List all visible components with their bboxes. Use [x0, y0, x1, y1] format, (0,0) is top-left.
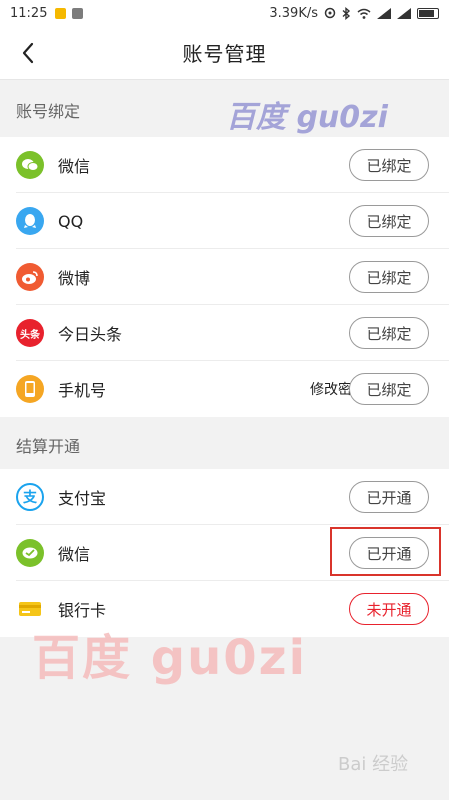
network-speed: 3.39K/s	[269, 5, 318, 21]
qq-icon	[16, 207, 44, 235]
app-notification-icon	[72, 7, 84, 19]
status-bar: 11:25 3.39K/s	[0, 0, 449, 26]
wechat-icon	[16, 151, 44, 179]
bound-button[interactable]: 已绑定	[349, 317, 429, 349]
activated-button[interactable]: 已开通	[349, 481, 429, 513]
back-button[interactable]	[14, 39, 42, 67]
chevron-left-icon	[22, 42, 34, 64]
list-item-phone: 手机号 修改密码 已绑定	[0, 361, 449, 417]
battery-icon	[417, 7, 439, 19]
list-item-label: 支付宝	[58, 489, 107, 508]
watermark-corner: Bai 经验	[338, 754, 409, 775]
notification-icon	[55, 7, 67, 19]
list-item-label: 今日头条	[58, 325, 123, 344]
weibo-icon	[16, 263, 44, 291]
toutiao-icon: 头条	[16, 319, 44, 347]
list-item-label: 微信	[58, 545, 91, 564]
alipay-icon: 支	[16, 483, 44, 511]
list-item-label: 微博	[58, 269, 91, 288]
list-item-wechat: 微信 已绑定	[0, 137, 449, 193]
bound-button[interactable]: 已绑定	[349, 261, 429, 293]
signal-icon-2	[397, 7, 411, 19]
nav-bar: 账号管理	[0, 26, 449, 80]
wifi-icon	[357, 8, 371, 19]
watermark-top: 百度 gu0zi	[226, 100, 388, 135]
bound-button[interactable]: 已绑定	[349, 205, 429, 237]
phone-icon	[16, 375, 44, 403]
not-activated-button[interactable]: 未开通	[349, 593, 429, 625]
highlight-box	[330, 527, 441, 576]
page-title: 账号管理	[182, 42, 267, 66]
list-item-qq: QQ 已绑定	[0, 193, 449, 249]
status-time: 11:25	[10, 5, 48, 21]
signal-icon	[377, 7, 391, 19]
list-item-toutiao: 头条 今日头条 已绑定	[0, 305, 449, 361]
bound-button[interactable]: 已绑定	[349, 373, 429, 405]
list-item-weibo: 微博 已绑定	[0, 249, 449, 305]
wechat-pay-icon	[16, 539, 44, 567]
list-item-alipay: 支 支付宝 已开通	[0, 469, 449, 525]
section-header-settlement: 结算开通	[0, 417, 449, 472]
toutiao-icon-text: 头条	[20, 329, 40, 341]
hotspot-icon	[324, 7, 336, 19]
bluetooth-icon	[342, 6, 351, 20]
bound-button[interactable]: 已绑定	[349, 149, 429, 181]
list-item-label: 微信	[58, 157, 91, 176]
list-item-label: QQ	[58, 211, 84, 231]
watermark-bottom: 百度 gu0zi	[32, 630, 308, 686]
list-item-label: 手机号	[58, 381, 107, 400]
